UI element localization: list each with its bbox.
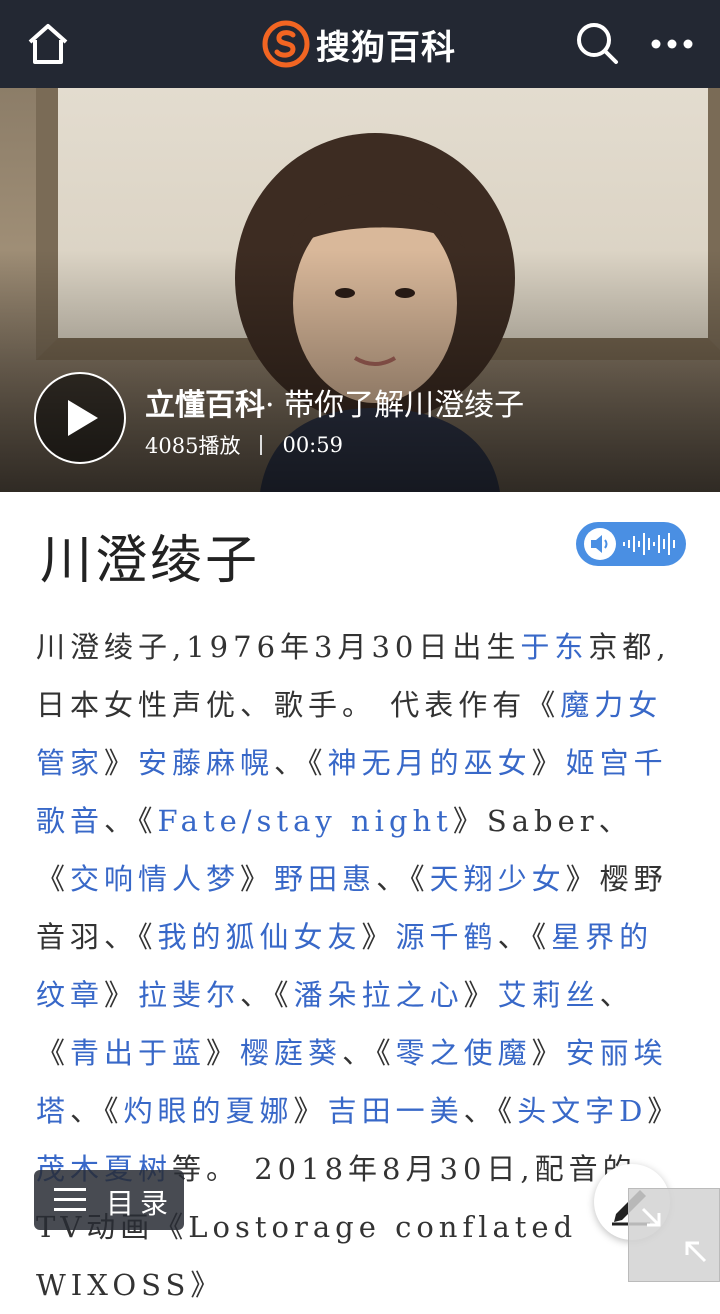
entry-link[interactable]: 交响情人梦 [70, 862, 240, 896]
entry-text: 、《 [376, 862, 430, 896]
entry-text: 》 [531, 1036, 566, 1070]
entry-link[interactable]: 青出于蓝 [70, 1036, 206, 1070]
sound-wave-icon [623, 533, 675, 555]
entry-text: 、《 [463, 1094, 518, 1128]
video-brand: 立懂百科 [145, 388, 265, 423]
entry-text: 、《 [104, 804, 158, 838]
brand-name: 搜狗百科 [316, 27, 456, 68]
page-title: 川澄绫子 [40, 531, 261, 591]
entry-text: 》 [293, 1094, 328, 1128]
video-duration: 00:59 [282, 433, 343, 457]
entry-link[interactable]: 艾莉丝 [498, 978, 600, 1012]
video-meta: 4085播放 00:59 [145, 430, 343, 460]
entry-text: 》 [531, 746, 566, 780]
menu-lines-icon [54, 1188, 86, 1211]
video-player[interactable]: 立懂百科· 带你了解川澄绫子 4085播放 00:59 [0, 88, 720, 492]
entry-link[interactable]: 樱庭葵 [240, 1036, 342, 1070]
sogou-baike-logo[interactable]: 搜狗百科 [262, 18, 456, 70]
entry-link[interactable]: 拉斐尔 [138, 978, 240, 1012]
play-icon [68, 400, 98, 436]
sogou-logo-icon [262, 20, 310, 68]
entry-text: 》 [463, 978, 498, 1012]
video-title: 立懂百科· 带你了解川澄绫子 [145, 380, 524, 424]
entry-link[interactable]: 潘朵拉之心 [294, 978, 464, 1012]
entry-link[interactable]: Fate/stay night [158, 804, 453, 838]
table-of-contents-button[interactable]: 目录 [34, 1170, 184, 1230]
play-button[interactable] [34, 372, 126, 464]
entry-text: 、《 [70, 1094, 124, 1128]
entry-text: 》 [104, 978, 139, 1012]
entry-link[interactable]: 野田惠 [274, 862, 376, 896]
entry-text: 》 [240, 862, 275, 896]
top-bar: 搜狗百科 [0, 0, 720, 88]
entry-text: 、《 [497, 920, 552, 954]
entry-link[interactable]: 我的狐仙女友 [158, 920, 362, 954]
video-play-count: 4085播放 [145, 434, 241, 458]
entry-link[interactable]: 天翔少女 [430, 862, 566, 896]
entry-link[interactable]: 于东 [520, 630, 588, 664]
entry-link[interactable]: 安藤麻幌 [138, 746, 274, 780]
entry-link[interactable]: 头文字D [517, 1094, 647, 1128]
toc-label: 目录 [106, 1187, 175, 1220]
collapse-arrow-icon [641, 1207, 707, 1263]
entry-text: 》 [361, 920, 396, 954]
entry-text: 》 [206, 1036, 241, 1070]
entry-text: 、《 [342, 1036, 396, 1070]
entry-link[interactable]: 神无月的巫女 [328, 746, 532, 780]
audio-pronunciation-button[interactable] [576, 522, 686, 566]
more-icon[interactable] [650, 34, 694, 54]
entry-text: 》 [104, 746, 139, 780]
home-icon[interactable] [22, 18, 74, 70]
entry-text: 川澄绫子,1976年3月30日出生 [36, 630, 521, 664]
entry-text: 、《 [274, 746, 328, 780]
search-icon[interactable] [574, 20, 620, 66]
video-title-text: · 带你了解川澄绫子 [265, 388, 525, 423]
meta-divider [260, 435, 263, 455]
collapse-button[interactable] [628, 1188, 720, 1282]
entry-text: 》 [647, 1094, 682, 1128]
entry-link[interactable]: 灼眼的夏娜 [124, 1094, 294, 1128]
speaker-icon [584, 528, 616, 560]
entry-link[interactable]: 零之使魔 [396, 1036, 532, 1070]
entry-text: 、《 [240, 978, 294, 1012]
entry-link[interactable]: 源千鹤 [396, 920, 498, 954]
entry-link[interactable]: 吉田一美 [328, 1094, 464, 1128]
